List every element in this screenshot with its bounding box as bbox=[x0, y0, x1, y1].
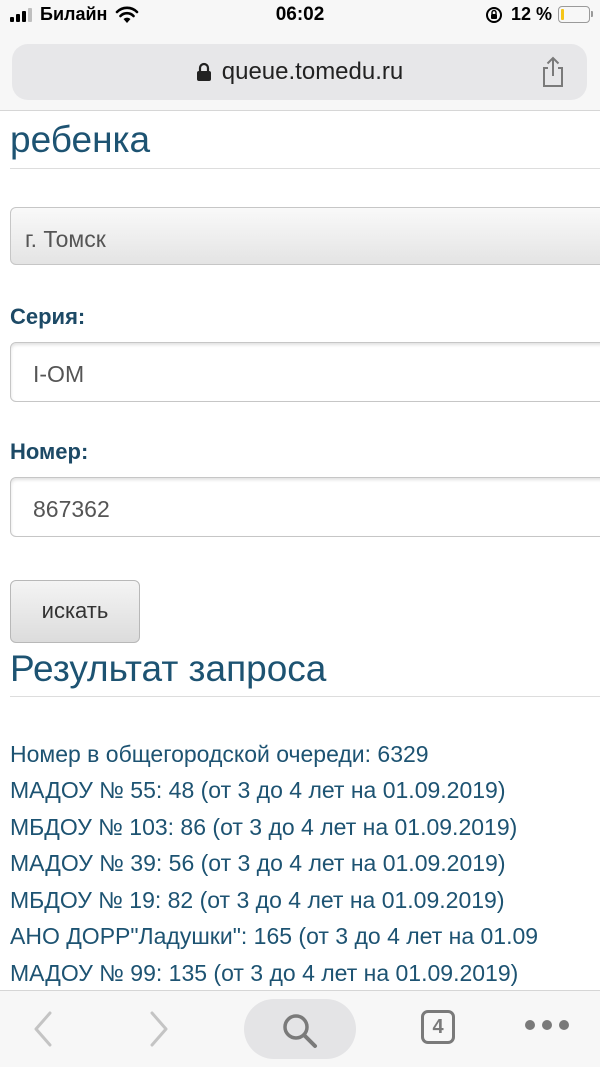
browser-toolbar: 4 bbox=[0, 990, 600, 1067]
result-line: МБДОУ № 103: 86 (от 3 до 4 лет на 01.09.… bbox=[10, 814, 518, 840]
search-button[interactable]: искать bbox=[10, 580, 140, 643]
browser-address-area: queue.tomedu.ru bbox=[0, 32, 600, 111]
battery-level bbox=[561, 9, 564, 20]
battery-icon bbox=[558, 6, 593, 23]
result-line: МБДОУ № 19: 82 (от 3 до 4 лет на 01.09.2… bbox=[10, 887, 505, 913]
forward-icon[interactable] bbox=[144, 1001, 174, 1057]
result-line: МАДОУ № 39: 56 (от 3 до 4 лет на 01.09.2… bbox=[10, 850, 506, 876]
url-text: queue.tomedu.ru bbox=[221, 58, 404, 85]
status-right: 12 % bbox=[485, 4, 593, 25]
result-heading: Результат запроса bbox=[10, 648, 327, 689]
form-heading: ребенка bbox=[10, 119, 151, 160]
search-icon bbox=[283, 1014, 317, 1048]
number-input[interactable]: 867362 bbox=[10, 477, 600, 537]
series-label: Серия: bbox=[10, 304, 86, 329]
result-line: МАДОУ № 99: 135 (от 3 до 4 лет на 01.09.… bbox=[10, 960, 519, 986]
result-line: Номер в общегородской очереди: 6329 bbox=[10, 741, 429, 767]
result-line: АНО ДОРР"Ладушки": 165 (от 3 до 4 лет на… bbox=[10, 923, 539, 949]
number-label: Номер: bbox=[10, 439, 89, 464]
series-input[interactable]: I-OM bbox=[10, 342, 600, 402]
padlock-icon bbox=[196, 62, 211, 81]
more-icon[interactable] bbox=[524, 1019, 570, 1031]
tab-count: 4 bbox=[432, 1016, 444, 1038]
result-divider bbox=[10, 696, 600, 697]
back-icon[interactable] bbox=[28, 1001, 58, 1057]
address-center: queue.tomedu.ru bbox=[12, 44, 527, 100]
heading-divider bbox=[10, 168, 600, 169]
address-bar[interactable]: queue.tomedu.ru bbox=[12, 44, 587, 100]
share-icon[interactable] bbox=[539, 56, 567, 88]
status-bar: Билайн 06:02 12 % bbox=[0, 0, 600, 32]
result-line: МАДОУ № 55: 48 (от 3 до 4 лет на 01.09.2… bbox=[10, 777, 506, 803]
battery-percent: 12 % bbox=[510, 4, 552, 24]
search-button-toolbar[interactable] bbox=[244, 999, 356, 1059]
city-select[interactable]: г. Томск bbox=[10, 207, 600, 265]
tabs-icon[interactable]: 4 bbox=[421, 1010, 455, 1044]
rotation-lock-icon bbox=[485, 6, 502, 23]
